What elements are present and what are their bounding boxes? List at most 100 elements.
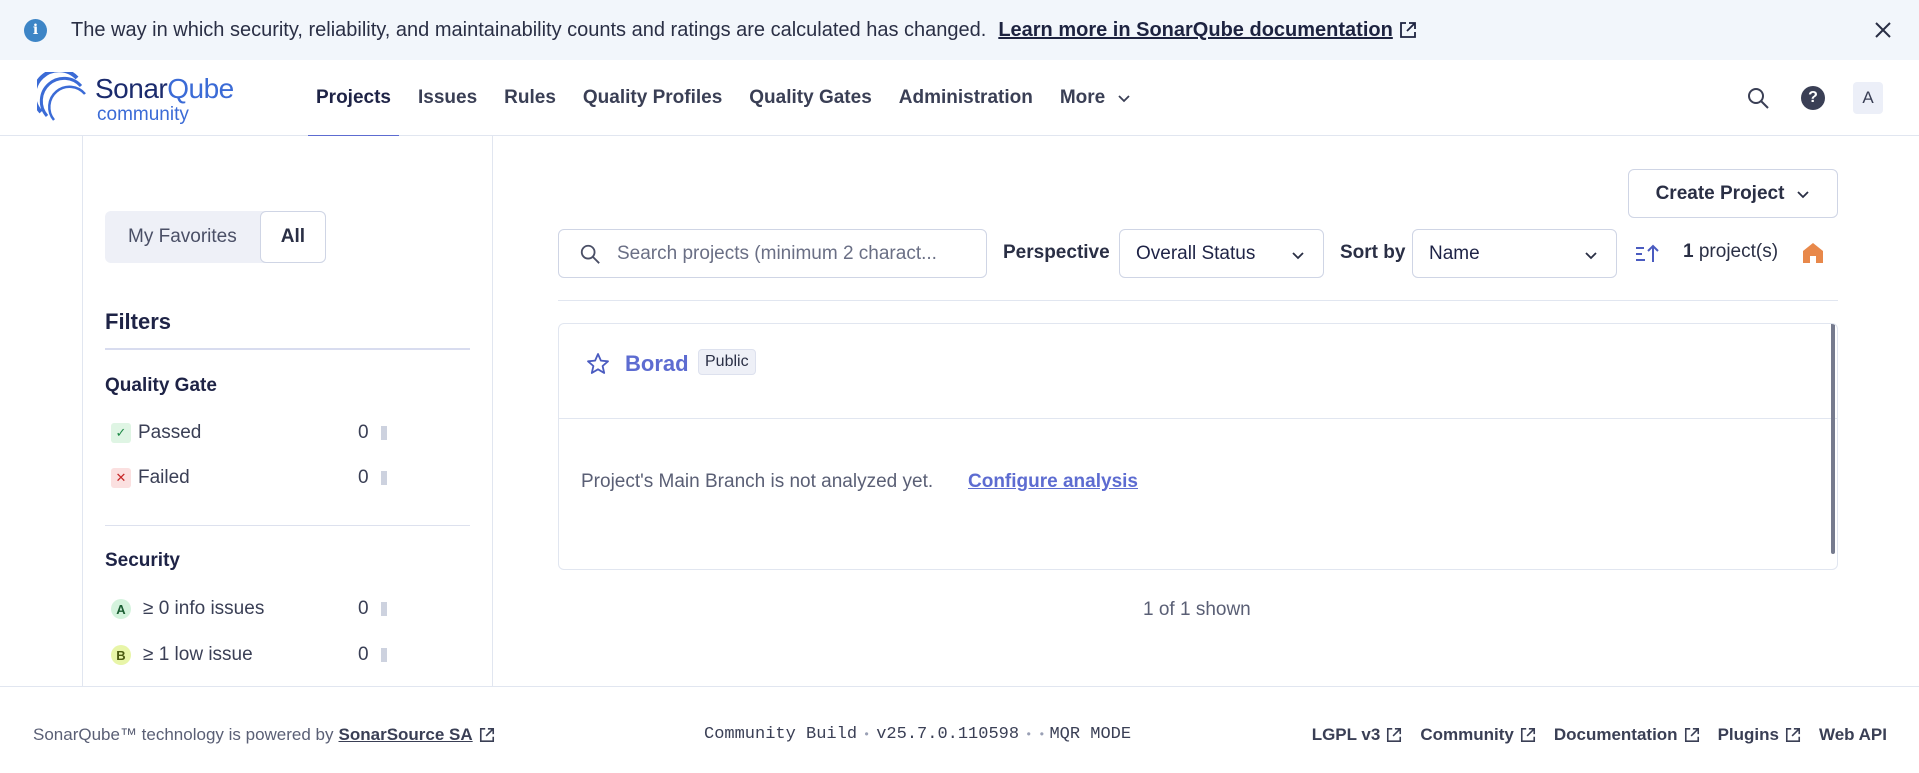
- lgpl-link[interactable]: LGPL v3: [1312, 725, 1403, 745]
- banner-learn-more-link[interactable]: Learn more in SonarQube documentation: [998, 19, 1417, 42]
- all-option[interactable]: All: [259, 211, 327, 263]
- project-search-box: [558, 229, 987, 278]
- nav-projects-label: Projects: [316, 87, 391, 108]
- separator-dot: •: [863, 727, 871, 742]
- nav-quality-profiles-label: Quality Profiles: [582, 87, 723, 108]
- logo-wordmark: SonarQube: [95, 73, 234, 105]
- project-card-header: Borad Public: [559, 324, 1837, 419]
- top-navigation: SonarQube community Projects Issues Rule…: [0, 60, 1919, 137]
- search-button[interactable]: [1743, 83, 1773, 113]
- chevron-down-icon: [1585, 252, 1597, 260]
- sonarsource-link-label: SonarSource SA: [338, 725, 473, 744]
- filter-passed-count: 0: [358, 422, 369, 443]
- close-banner-icon[interactable]: [1871, 18, 1895, 42]
- help-button[interactable]: ?: [1798, 83, 1828, 113]
- configure-analysis-link[interactable]: Configure analysis: [968, 471, 1138, 493]
- build-info: Community Build • v25.7.0.110598 • • MQR…: [704, 725, 1131, 744]
- nav-quality-gates-label: Quality Gates: [749, 87, 872, 108]
- nav-administration-label: Administration: [898, 87, 1033, 108]
- nav-rules-label: Rules: [504, 87, 556, 108]
- separator-dot: •: [1038, 727, 1046, 742]
- logo-edition: community: [97, 104, 189, 125]
- cross-icon: ✕: [111, 468, 131, 488]
- filter-security-b-bar: [381, 648, 387, 662]
- home-icon[interactable]: [1802, 241, 1824, 265]
- nav-projects[interactable]: Projects: [308, 60, 399, 137]
- rating-a-badge: A: [111, 599, 131, 619]
- nav-rules[interactable]: Rules: [496, 60, 564, 136]
- chevron-down-icon: [1292, 252, 1304, 260]
- filter-passed-label: Passed: [138, 422, 202, 443]
- community-link-label: Community: [1420, 725, 1514, 744]
- search-icon: [1748, 88, 1769, 109]
- filters-title: Filters: [105, 309, 172, 334]
- sonarsource-link[interactable]: SonarSource SA: [339, 725, 495, 745]
- documentation-link[interactable]: Documentation: [1554, 725, 1700, 745]
- filter-security-a-bar: [381, 602, 387, 616]
- community-link[interactable]: Community: [1420, 725, 1536, 745]
- info-icon: i: [24, 18, 47, 42]
- project-name-link[interactable]: Borad: [625, 351, 689, 377]
- nav-quality-profiles[interactable]: Quality Profiles: [575, 60, 730, 136]
- star-icon[interactable]: [586, 352, 610, 376]
- filter-passed[interactable]: ✓ Passed 0: [111, 418, 401, 448]
- nav-quality-gates[interactable]: Quality Gates: [741, 60, 880, 136]
- nav-issues[interactable]: Issues: [410, 60, 485, 136]
- sort-by-select[interactable]: Name: [1412, 229, 1617, 278]
- nav-administration[interactable]: Administration: [891, 60, 1041, 136]
- search-input[interactable]: [617, 242, 957, 265]
- sort-by-value: Name: [1429, 242, 1480, 264]
- filter-passed-bar: [381, 426, 387, 440]
- visibility-badge: Public: [698, 349, 756, 375]
- logo-brand-sonar: Sonar: [95, 73, 168, 104]
- create-project-label: Create Project: [1655, 182, 1785, 204]
- external-link-icon: [479, 727, 494, 743]
- external-link-icon: [1520, 727, 1535, 743]
- avatar: A: [1853, 82, 1883, 114]
- check-icon: ✓: [111, 423, 131, 443]
- create-project-button[interactable]: Create Project: [1628, 169, 1838, 218]
- documentation-link-label: Documentation: [1553, 725, 1678, 744]
- shown-count: 1 of 1 shown: [1143, 599, 1251, 620]
- external-link-icon: [1785, 727, 1801, 743]
- logo-brand-qube: Qube: [167, 73, 234, 104]
- banner-learn-more-label: Learn more in SonarQube documentation: [998, 18, 1393, 41]
- filter-failed-count: 0: [358, 467, 369, 488]
- sort-by-label: Sort by: [1340, 242, 1406, 263]
- search-icon: [580, 244, 600, 264]
- nav-issues-label: Issues: [417, 87, 478, 108]
- external-link-icon: [1684, 727, 1699, 743]
- project-count-number: 1: [1683, 241, 1694, 262]
- filters-sidebar: My Favorites All Filters Quality Gate ✓ …: [82, 136, 493, 686]
- external-link-icon: [1387, 727, 1402, 743]
- filter-failed-bar: [381, 471, 387, 485]
- project-count: 1 project(s): [1683, 241, 1778, 263]
- not-analyzed-notice: Project's Main Branch is not analyzed ye…: [581, 471, 934, 492]
- separator-dot: •: [1025, 727, 1033, 742]
- sort-ascending-icon[interactable]: [1633, 240, 1661, 268]
- project-card: Borad Public Project's Main Branch is no…: [558, 323, 1838, 570]
- filter-security-b[interactable]: B ≥ 1 low issue 0: [111, 640, 401, 670]
- sonarqube-logo[interactable]: SonarQube community: [37, 70, 257, 126]
- filter-failed[interactable]: ✕ Failed 0: [111, 463, 401, 493]
- filter-failed-label: Failed: [138, 467, 190, 488]
- my-favorites-option[interactable]: My Favorites: [105, 211, 260, 263]
- nav-more[interactable]: More: [1052, 60, 1139, 136]
- build-version: v25.7.0.110598: [876, 725, 1020, 744]
- section-divider: [105, 525, 470, 526]
- user-menu-button[interactable]: A: [1853, 82, 1883, 114]
- perspective-select[interactable]: Overall Status: [1119, 229, 1324, 278]
- sonar-waves-icon: [37, 72, 86, 121]
- footer: SonarQube™ technology is powered by Sona…: [0, 686, 1919, 773]
- perspective-label: Perspective: [1003, 242, 1110, 263]
- powered-by-text: SonarQube™ technology is powered by: [33, 725, 334, 744]
- plugins-link[interactable]: Plugins: [1718, 725, 1801, 745]
- web-api-link[interactable]: Web API: [1819, 725, 1887, 745]
- help-icon: ?: [1801, 86, 1825, 110]
- filter-security-a[interactable]: A ≥ 0 info issues 0: [111, 594, 401, 624]
- info-banner: i The way in which security, reliability…: [0, 0, 1919, 60]
- security-title: Security: [105, 550, 180, 571]
- perspective-value: Overall Status: [1136, 242, 1256, 264]
- card-scrollbar[interactable]: [1831, 324, 1835, 554]
- build-mode: MQR MODE: [1049, 725, 1132, 744]
